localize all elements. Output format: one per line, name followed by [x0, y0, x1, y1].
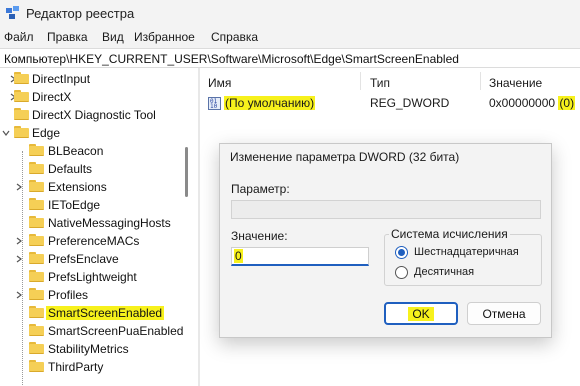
menu-view[interactable]: Вид: [102, 30, 124, 44]
value-data-text[interactable]: 0: [234, 249, 243, 263]
folder-icon: [14, 108, 29, 120]
column-header-name[interactable]: Имя: [208, 76, 231, 90]
registry-tree[interactable]: DirectInput DirectX DirectX Diagnostic T…: [0, 68, 198, 386]
value-name[interactable]: (По умолчанию): [224, 96, 316, 110]
value-data-input[interactable]: 0: [231, 247, 369, 266]
radio-hex[interactable]: [395, 246, 408, 259]
tree-item-blbeacon[interactable]: BLBeacon: [48, 144, 103, 158]
folder-icon: [29, 342, 44, 354]
folder-open-icon: [29, 306, 44, 318]
tree-item-prefslightweight[interactable]: PrefsLightweight: [48, 270, 137, 284]
number-base-group: [384, 234, 542, 286]
menu-help[interactable]: Справка: [211, 30, 258, 44]
tree-item-ietoedge[interactable]: IEToEdge: [48, 198, 100, 212]
column-header-value[interactable]: Значение: [489, 76, 542, 90]
folder-icon: [29, 288, 44, 300]
tree-item-smartscreenpuaenabled[interactable]: SmartScreenPuaEnabled: [48, 324, 183, 338]
reg-dword-icon: 01 10: [208, 97, 221, 110]
value-type: REG_DWORD: [370, 96, 450, 110]
column-divider[interactable]: [360, 72, 361, 90]
radio-decimal-label[interactable]: Десятичная: [414, 266, 474, 278]
chevron-right-icon[interactable]: [15, 255, 23, 263]
folder-icon: [29, 360, 44, 372]
tree-item-edge[interactable]: Edge: [32, 126, 60, 140]
tree-item-profiles[interactable]: Profiles: [48, 288, 88, 302]
folder-icon: [29, 198, 44, 210]
ok-button-label: OK: [408, 306, 434, 321]
tree-item-extensions[interactable]: Extensions: [48, 180, 107, 194]
registry-editor-icon: [6, 6, 19, 19]
folder-open-icon: [14, 126, 29, 138]
menu-edit[interactable]: Правка: [47, 30, 88, 44]
ok-button[interactable]: OK: [384, 302, 458, 325]
folder-icon: [29, 252, 44, 264]
folder-icon: [29, 324, 44, 336]
title-bar: Редактор реестра: [0, 0, 580, 28]
tree-item-defaults[interactable]: Defaults: [48, 162, 92, 176]
param-name-field: [231, 200, 541, 219]
folder-icon: [29, 216, 44, 228]
edit-dword-dialog: Изменение параметра DWORD (32 бита) Пара…: [219, 143, 552, 338]
value-data-hex: 0x00000000: [489, 96, 559, 110]
folder-icon: [29, 270, 44, 282]
menu-bar: Файл Правка Вид Избранное Справка: [0, 28, 580, 48]
cancel-button-label: Отмена: [482, 306, 526, 321]
menu-file[interactable]: Файл: [4, 30, 34, 44]
radio-decimal[interactable]: [395, 266, 408, 279]
tree-item-directx[interactable]: DirectX: [32, 90, 71, 104]
tree-item-directx-diagnostic-tool[interactable]: DirectX Diagnostic Tool: [32, 108, 156, 122]
value-data: 0x00000000 (0): [489, 96, 576, 110]
tree-item-directinput[interactable]: DirectInput: [32, 72, 90, 86]
chevron-right-icon[interactable]: [15, 237, 23, 245]
folder-icon: [29, 234, 44, 246]
folder-icon: [29, 144, 44, 156]
column-divider[interactable]: [480, 72, 481, 90]
number-base-title: Система исчисления: [389, 227, 510, 241]
address-path[interactable]: Компьютер\HKEY_CURRENT_USER\Software\Mic…: [4, 52, 459, 66]
value-data-decimal: (0): [558, 96, 576, 110]
tree-item-stabilitymetrics[interactable]: StabilityMetrics: [48, 342, 129, 356]
chevron-right-icon[interactable]: [15, 291, 23, 299]
folder-icon: [14, 72, 29, 84]
radio-hex-label[interactable]: Шестнадцатеричная: [414, 246, 519, 258]
folder-icon: [14, 90, 29, 102]
tree-item-thirdparty[interactable]: ThirdParty: [48, 360, 103, 374]
tree-item-smartscreenenabled[interactable]: SmartScreenEnabled: [46, 306, 165, 320]
chevron-down-icon[interactable]: [2, 129, 10, 137]
address-bar[interactable]: Компьютер\HKEY_CURRENT_USER\Software\Mic…: [0, 48, 580, 68]
window-title: Редактор реестра: [26, 6, 135, 21]
folder-icon: [29, 162, 44, 174]
tree-item-prefsenclave[interactable]: PrefsEnclave: [48, 252, 119, 266]
cancel-button[interactable]: Отмена: [467, 302, 541, 325]
tree-item-preferencemacs[interactable]: PreferenceMACs: [48, 234, 139, 248]
menu-favorites[interactable]: Избранное: [134, 30, 195, 44]
folder-icon: [29, 180, 44, 192]
value-label: Значение:: [231, 229, 288, 243]
chevron-right-icon[interactable]: [15, 183, 23, 191]
param-label: Параметр:: [231, 182, 290, 196]
column-header-type[interactable]: Тип: [370, 76, 390, 90]
tree-scrollbar-thumb[interactable]: [185, 147, 188, 197]
dialog-title: Изменение параметра DWORD (32 бита): [230, 150, 460, 164]
tree-item-nativemessaginghosts[interactable]: NativeMessagingHosts: [48, 216, 171, 230]
